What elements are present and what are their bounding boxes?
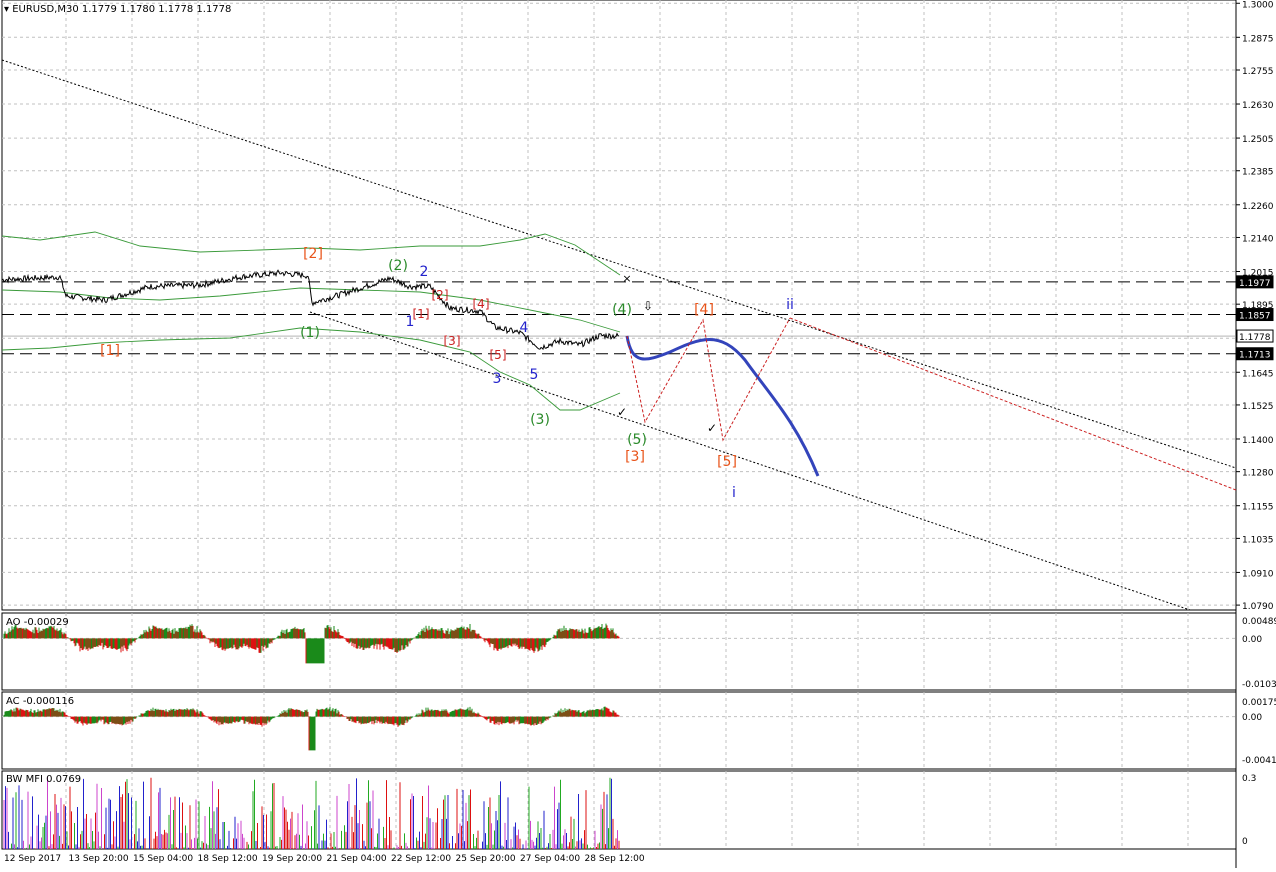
- time-tick-label: 18 Sep 12:00: [198, 854, 258, 864]
- time-tick-label: 25 Sep 20:00: [456, 854, 516, 864]
- indicator-tick-label: -0.00415: [1242, 756, 1276, 766]
- time-tick-label: 21 Sep 04:00: [327, 854, 387, 864]
- price-tick-label: 1.3000: [1242, 0, 1274, 10]
- price-tick-label: 1.0790: [1242, 602, 1274, 612]
- wave-label: [2]: [303, 246, 323, 262]
- level-label: 1.1857: [1239, 312, 1271, 322]
- price-tick-label: 1.1280: [1242, 469, 1274, 479]
- wave-label: [3]: [625, 449, 645, 465]
- level-label: 1.1778: [1239, 333, 1271, 343]
- price-chart[interactable]: 1.3000 1.2875 1.2755 1.2630 1.2505 1.2385 1.22…: [0, 0, 1276, 868]
- time-tick-label: 19 Sep 20:00: [262, 854, 322, 864]
- wave-label: ii: [786, 297, 794, 313]
- wave-label: [4]: [473, 297, 490, 311]
- price-tick-label: 1.2630: [1242, 101, 1274, 111]
- time-tick-label: 15 Sep 04:00: [133, 854, 193, 864]
- price-tick-label: 1.2385: [1242, 168, 1274, 178]
- indicator-tick-label: 0: [1242, 837, 1248, 847]
- wave-label: 3: [493, 371, 502, 387]
- wave-label: (5): [627, 432, 647, 448]
- wave-label: [3]: [444, 334, 461, 348]
- time-tick-label: 28 Sep 12:00: [585, 854, 645, 864]
- wave-label: (3): [530, 412, 550, 428]
- price-tick-label: 1.1400: [1242, 436, 1274, 446]
- wave-label: 5: [530, 367, 539, 383]
- ao-label: AO -0.00029: [6, 617, 69, 628]
- symbol-title: EURUSD,M30: [12, 4, 79, 15]
- price-tick-label: 1.0910: [1242, 569, 1274, 579]
- wave-label: (4): [612, 302, 632, 318]
- price-tick-label: 1.1035: [1242, 535, 1274, 545]
- price-tick-label: 1.2505: [1242, 135, 1274, 145]
- level-label: 1.1977: [1239, 279, 1271, 289]
- indicator-tick-label: 0.00489: [1242, 617, 1276, 627]
- wave-label: 4: [520, 320, 529, 336]
- time-tick-label: 12 Sep 2017: [4, 854, 61, 864]
- price-tick-label: 1.1525: [1242, 402, 1274, 412]
- wave-label: i: [732, 485, 736, 501]
- time-tick-label: 13 Sep 20:00: [69, 854, 129, 864]
- wave-label: (1): [300, 325, 320, 341]
- wave-label: (2): [388, 258, 408, 274]
- wave-label: [4]: [694, 302, 714, 318]
- wave-label: [5]: [717, 454, 737, 470]
- cross-mark-icon: ×: [622, 272, 631, 285]
- indicator-tick-label: 0.00: [1242, 635, 1262, 645]
- chart-header: ▾ EURUSD,M30 1.1779 1.1780 1.1778 1.1778: [4, 4, 231, 15]
- time-tick-label: 22 Sep 12:00: [391, 854, 451, 864]
- price-tick-label: 1.1645: [1242, 369, 1274, 379]
- down-arrow-icon: ⇩: [643, 299, 653, 313]
- price-tick-label: 1.2140: [1242, 234, 1274, 244]
- ao-panel: [1, 612, 1237, 691]
- menu-arrow-icon[interactable]: ▾: [4, 4, 9, 15]
- indicator-tick-label: 0.3: [1242, 774, 1256, 784]
- wave-label: [5]: [490, 348, 507, 362]
- wave-label: [1]: [413, 307, 430, 321]
- price-tick-label: 1.2875: [1242, 34, 1274, 44]
- indicator-tick-label: 0.00: [1242, 713, 1262, 723]
- mfi-label: BW MFI 0.0769: [6, 774, 82, 785]
- indicator-tick-label: 0.00175: [1242, 698, 1276, 708]
- wave-label: [1]: [100, 343, 120, 359]
- time-tick-label: 27 Sep 04:00: [520, 854, 580, 864]
- check-mark-icon: ✓: [617, 405, 627, 419]
- price-tick-label: 1.1155: [1242, 503, 1274, 513]
- ohlc-readout: 1.1779 1.1780 1.1778 1.1778: [81, 4, 232, 15]
- ac-label: AC -0.000116: [6, 696, 75, 707]
- price-tick-label: 1.2755: [1242, 67, 1274, 77]
- wave-label: 2: [420, 264, 429, 280]
- price-tick-label: 1.2260: [1242, 202, 1274, 212]
- indicator-tick-label: -0.01037: [1242, 680, 1276, 690]
- wave-label: [2]: [432, 288, 449, 302]
- chart-window: 1.3000 1.2875 1.2755 1.2630 1.2505 1.2385 1.22…: [0, 0, 1276, 868]
- ac-panel: [1, 691, 1237, 770]
- check-mark-icon: ✓: [707, 421, 717, 435]
- level-label: 1.1713: [1239, 351, 1271, 361]
